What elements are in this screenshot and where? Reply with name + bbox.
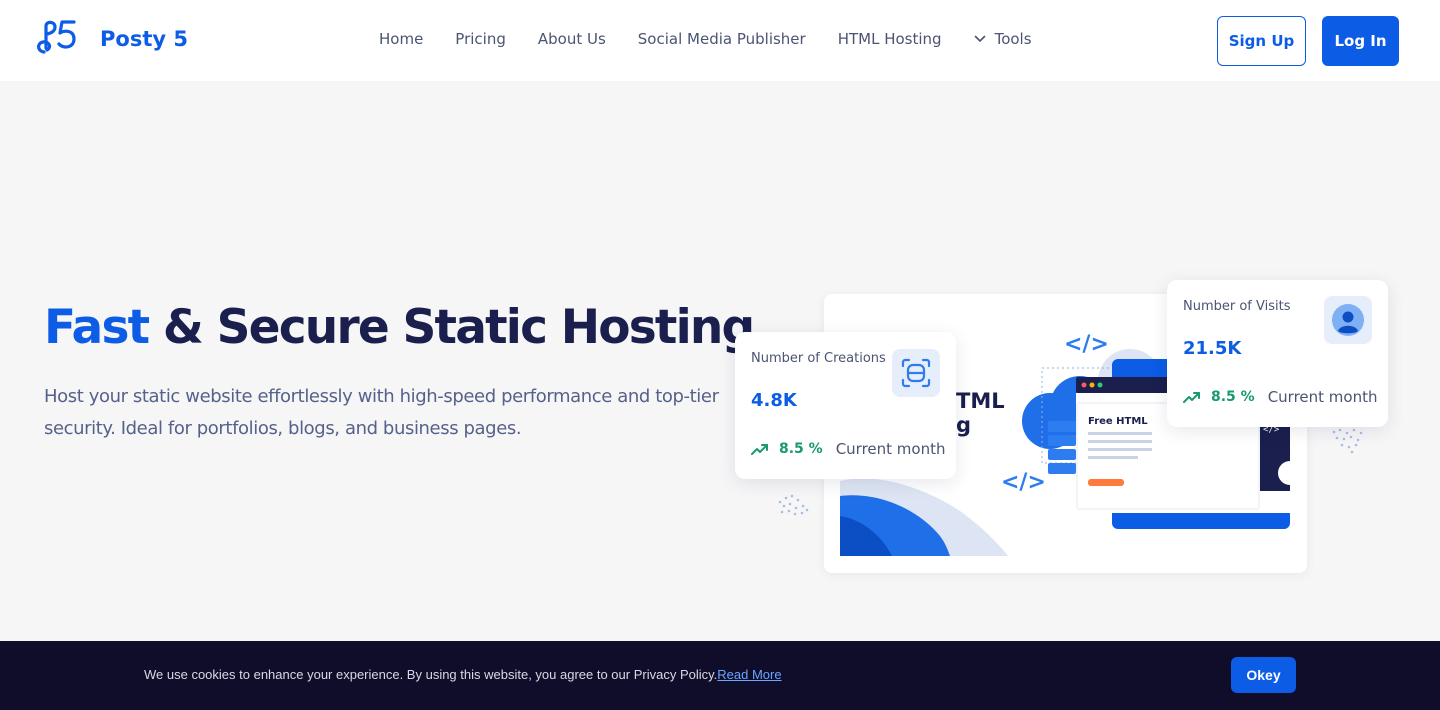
nav-about-us[interactable]: About Us <box>538 30 606 48</box>
hero-title-accent: Fast <box>44 300 150 355</box>
free-html-label: Free HTML <box>1088 416 1148 427</box>
stat-creations-trend: 8.5 % Current month <box>751 440 946 458</box>
nav-social-media-publisher[interactable]: Social Media Publisher <box>638 30 806 48</box>
dots-decoration-right <box>1332 428 1363 454</box>
stat-visits-trend-pct: 8.5 % <box>1211 389 1255 405</box>
stat-creations-trend-period: Current month <box>835 440 946 458</box>
cookie-okey-button[interactable]: Okey <box>1231 657 1296 693</box>
stat-creations-trend-pct: 8.5 % <box>779 441 823 457</box>
trend-up-icon <box>751 444 768 455</box>
stat-visits-value: 21.5K <box>1183 338 1242 359</box>
stat-visits-label: Number of Visits <box>1183 299 1291 314</box>
stat-creations-icon-box <box>892 349 940 397</box>
stat-visits-icon-box <box>1324 296 1372 344</box>
cookie-consent-bar: We use cookies to enhance your experienc… <box>0 641 1440 710</box>
illustration-title-line2: g <box>956 413 971 437</box>
hero-description: Host your static website effortlessly wi… <box>44 386 719 439</box>
hero-title: Fast & Secure Static Hosting <box>44 300 755 355</box>
main-nav: Home Pricing About Us Social Media Publi… <box>379 30 1064 48</box>
cookie-message: We use cookies to enhance your experienc… <box>144 667 782 682</box>
stat-creations-label: Number of Creations <box>751 351 886 366</box>
cookie-message-text: We use cookies to enhance your experienc… <box>144 667 718 682</box>
nav-pricing[interactable]: Pricing <box>455 30 506 48</box>
brand-name[interactable]: Posty 5 <box>100 27 188 51</box>
user-avatar-icon <box>1332 304 1364 336</box>
code-tag-bottom: </> <box>1001 470 1046 495</box>
chevron-down-icon <box>974 35 985 43</box>
stat-card-visits: Number of Visits 21.5K 8.5 % Current mon… <box>1167 280 1388 427</box>
illustration-title-line1: TML <box>956 389 1005 413</box>
stat-creations-value: 4.8K <box>751 390 797 411</box>
code-tag-top: </> <box>1064 332 1109 357</box>
sign-up-button[interactable]: Sign Up <box>1217 16 1306 66</box>
stat-visits-trend: 8.5 % Current month <box>1183 388 1378 406</box>
cookie-read-more-link[interactable]: Read More <box>717 667 781 682</box>
nav-home[interactable]: Home <box>379 30 423 48</box>
dots-decoration-left <box>778 494 809 516</box>
nav-html-hosting[interactable]: HTML Hosting <box>838 30 942 48</box>
hero-title-rest: & Secure Static Hosting <box>148 300 755 355</box>
nav-tools-dropdown[interactable]: Tools <box>974 30 1032 48</box>
log-in-button[interactable]: Log In <box>1322 16 1399 66</box>
trend-up-icon <box>1183 392 1200 403</box>
stat-card-creations: Number of Creations 4.8K 8.5 % Current m… <box>735 332 956 479</box>
site-header: Posty 5 Home Pricing About Us Social Med… <box>0 0 1440 81</box>
stat-visits-trend-period: Current month <box>1267 388 1378 406</box>
scan-frame-icon <box>901 358 931 388</box>
nav-tools-label: Tools <box>994 30 1032 48</box>
posty5-logo-icon[interactable] <box>34 18 78 56</box>
